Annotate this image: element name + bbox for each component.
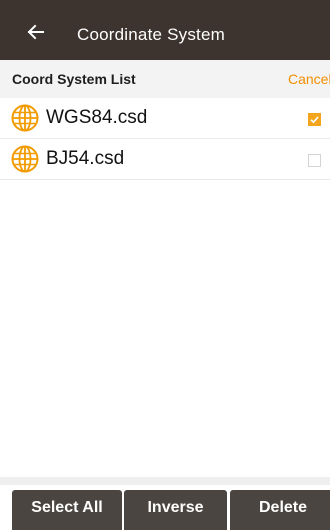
page-title: Coordinate System [77,25,225,44]
back-button[interactable] [22,18,50,46]
top-app-bar: Coordinate System [0,0,330,60]
globe-icon [11,145,39,173]
list-item-checkbox[interactable] [308,113,321,126]
select-all-button[interactable]: Select All [12,490,122,530]
inverse-button[interactable]: Inverse [124,490,227,530]
list-item-label: BJ54.csd [46,148,125,169]
footer-divider [0,477,330,485]
coord-system-list: WGS84.csd BJ54.csd [0,98,330,180]
list-item-label: WGS84.csd [46,107,148,128]
list-item[interactable]: BJ54.csd [0,139,330,180]
list-header: Coord System List Cancel [0,60,330,98]
cancel-button[interactable]: Cancel [288,71,330,87]
checkmark-icon [310,116,319,124]
list-item-checkbox[interactable] [308,154,321,167]
delete-button[interactable]: Delete [230,490,330,530]
list-item[interactable]: WGS84.csd [0,98,330,139]
list-title: Coord System List [12,71,136,87]
arrow-left-icon [27,24,44,40]
globe-icon [11,104,39,132]
coordinate-system-screen: Coordinate System Coord System List Canc… [0,0,330,530]
action-bar: Select All Inverse Delete [0,485,330,530]
